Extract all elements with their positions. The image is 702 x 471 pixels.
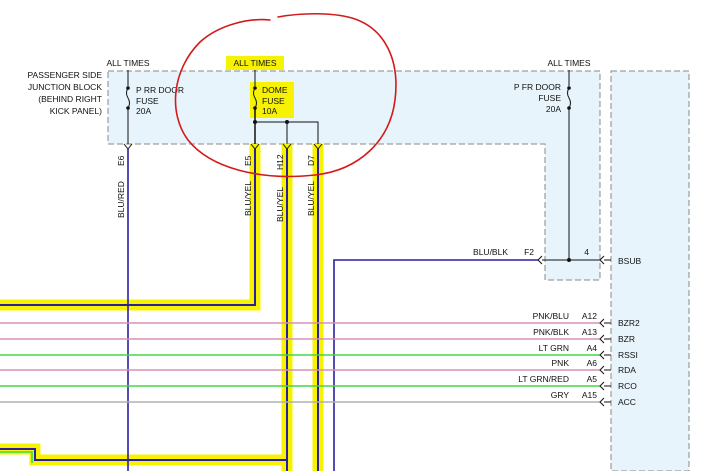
color-e5: BLU/YEL xyxy=(243,181,253,216)
connector-bsub xyxy=(599,255,605,265)
fuse-1-header: ALL TIMES xyxy=(107,58,150,68)
fuse-2-name: DOME xyxy=(262,85,288,95)
module-box xyxy=(610,70,690,471)
hwire-pin: A15 xyxy=(582,390,597,400)
junction-label-line-1: PASSENGER SIDE xyxy=(28,70,103,80)
junction-label-line-4: KICK PANEL) xyxy=(50,106,102,116)
highlight-bottom xyxy=(0,443,287,466)
hwire-connector-name: BZR xyxy=(618,334,635,344)
wire-blu-blk xyxy=(333,259,538,471)
wiring-diagram: PASSENGER SIDE JUNCTION BLOCK (BEHIND RI… xyxy=(0,12,690,471)
hwire-connector-name: RDA xyxy=(618,365,636,375)
fuse-3-rating: 20A xyxy=(546,104,561,114)
color-h12: BLU/YEL xyxy=(275,187,285,222)
fuse-3-type: FUSE xyxy=(538,93,561,103)
bsub-connector: BSUB xyxy=(618,256,641,266)
hwire-color-label: PNK/BLU xyxy=(533,311,569,321)
color-d7: BLU/YEL xyxy=(306,181,316,216)
hwire-color-label: LT GRN/RED xyxy=(518,374,569,384)
hwire-connector-name: BZR2 xyxy=(618,318,640,328)
hwire-connector-name: ACC xyxy=(618,397,636,407)
pin-h12: H12 xyxy=(275,154,285,170)
junction-label-line-3: (BEHIND RIGHT xyxy=(38,94,102,104)
bsub-wire-label: BLU/BLK xyxy=(473,247,508,257)
fuse-1-rating: 20A xyxy=(136,106,151,116)
pin-e6: E6 xyxy=(116,155,126,166)
hwire-color-label: GRY xyxy=(551,390,570,400)
fuse-1-type: FUSE xyxy=(136,96,159,106)
hwire-connector xyxy=(599,365,605,375)
bsub-junction-dot xyxy=(567,258,571,262)
connector-f2 xyxy=(537,255,543,265)
junction-block-label: PASSENGER SIDE JUNCTION BLOCK (BEHIND RI… xyxy=(28,70,103,116)
pin-d7: D7 xyxy=(306,155,316,166)
fuse-2-header: ALL TIMES xyxy=(234,58,277,68)
hwire-connector xyxy=(599,381,605,391)
hwire-connector xyxy=(599,397,605,407)
fuse-3-header: ALL TIMES xyxy=(548,58,591,68)
bsub-fuse-pin: 4 xyxy=(584,247,589,257)
fuse-2-rating: 10A xyxy=(262,106,277,116)
hwire-pin: A13 xyxy=(582,327,597,337)
hwire-color-label: PNK/BLK xyxy=(533,327,569,337)
fuse-2-type: FUSE xyxy=(262,96,285,106)
hwire-pin: A6 xyxy=(587,358,598,368)
connector-e6 xyxy=(123,143,133,150)
hwire-pin: A5 xyxy=(587,374,598,384)
hwire-pin: A4 xyxy=(587,343,598,353)
wire-highlights xyxy=(0,144,324,471)
pin-e5: E5 xyxy=(243,155,253,166)
fuse-3-name: P FR DOOR xyxy=(514,82,561,92)
hwire-connector xyxy=(599,318,605,328)
hwire-color-label: PNK xyxy=(552,358,570,368)
hwire-pin: A12 xyxy=(582,311,597,321)
bsub-pin: F2 xyxy=(524,247,534,257)
hwire-connector-name: RSSI xyxy=(618,350,638,360)
junction-label-line-2: JUNCTION BLOCK xyxy=(28,82,102,92)
hwire-connector xyxy=(599,350,605,360)
hwire-color-label: LT GRN xyxy=(539,343,569,353)
color-e6: BLU/RED xyxy=(116,181,126,218)
hwire-connector xyxy=(599,334,605,344)
hwire-connector-name: RCO xyxy=(618,381,637,391)
